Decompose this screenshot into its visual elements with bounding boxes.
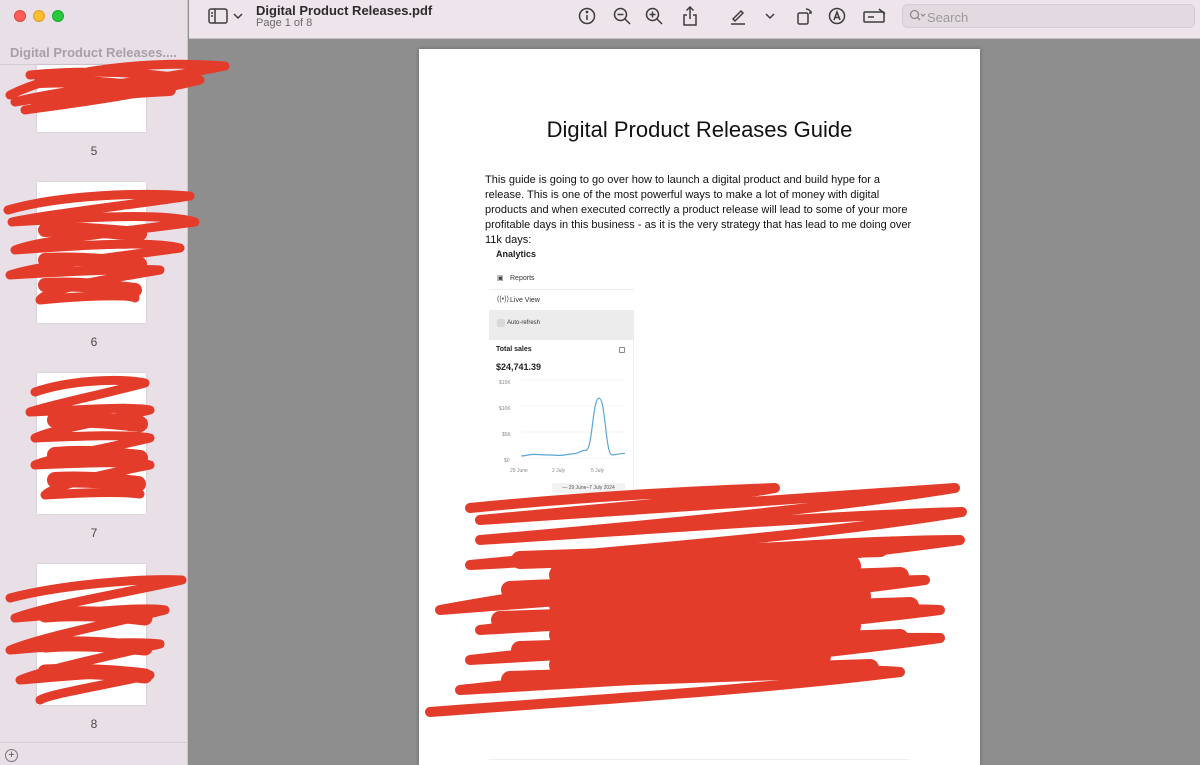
pdf-page: Digital Product Releases Guide This guid… <box>419 49 980 765</box>
fullscreen-window-button[interactable] <box>52 10 64 22</box>
date-range-label: 29 June–7 July 2024 <box>568 485 615 491</box>
markup-icon[interactable] <box>827 6 847 26</box>
sidebar-bottom-divider <box>0 742 188 743</box>
info-icon[interactable] <box>577 6 597 26</box>
search-placeholder: Search <box>927 10 969 25</box>
page-thumbnail[interactable] <box>37 373 146 514</box>
plus-circle-icon[interactable]: + <box>5 749 18 762</box>
page-thumbnail[interactable] <box>37 182 146 323</box>
reports-icon: ▣ <box>497 275 504 282</box>
auto-refresh-label: Auto-refresh <box>507 320 541 326</box>
y-tick-label: $0 <box>504 458 510 464</box>
analytics-nav-label: Live View <box>510 297 540 304</box>
auto-refresh-row: Auto-refresh <box>489 310 634 340</box>
sidebar-document-title: Digital Product Releases.... <box>10 45 177 60</box>
y-tick-label: $5K <box>502 432 511 438</box>
share-icon[interactable] <box>680 6 700 26</box>
total-sales-card: Total sales $24,741.39 $15K $10K $5K $0 … <box>489 340 634 496</box>
total-sales-value: $24,741.39 <box>496 362 542 372</box>
sales-line-chart <box>520 379 626 459</box>
thumbnail-sidebar: Digital Product Releases.... 5 6 7 8 + <box>0 0 230 765</box>
close-window-button[interactable] <box>14 10 26 22</box>
y-tick-label: $10K <box>499 406 511 412</box>
page-footer-line <box>489 759 909 760</box>
analytics-screenshot: Analytics ▣ Reports ((•)) Live View Auto… <box>489 249 637 497</box>
analytics-nav-live-view: ((•)) Live View <box>489 290 634 312</box>
x-tick-label: 2 July <box>552 468 566 474</box>
document-title: Digital Product Releases.pdf <box>256 3 433 18</box>
highlight-pen-icon[interactable] <box>728 6 748 26</box>
analytics-title: Analytics <box>496 249 537 259</box>
analytics-nav-reports: ▣ Reports <box>489 268 634 290</box>
y-tick-label: $15K <box>499 380 511 386</box>
live-icon: ((•)) <box>497 296 509 303</box>
checkbox <box>497 319 505 327</box>
analytics-nav-label: Reports <box>510 275 535 282</box>
x-tick-label: 5 July <box>591 468 605 474</box>
page-indicator: Page 1 of 8 <box>256 17 313 29</box>
form-fill-icon[interactable] <box>863 6 887 26</box>
page-thumbnail-number: 5 <box>90 144 98 158</box>
sidebar-toggle-icon[interactable] <box>207 6 229 26</box>
page-thumbnail[interactable] <box>37 564 146 705</box>
minimize-window-button[interactable] <box>33 10 45 22</box>
x-tick-label: 29 June <box>510 468 528 474</box>
document-heading: Digital Product Releases Guide <box>546 117 853 142</box>
chevron-down-icon[interactable] <box>764 6 776 26</box>
intro-paragraph: This guide is going to go over how to la… <box>485 174 912 246</box>
toolbar: Digital Product Releases.pdf Page 1 of 8… <box>189 0 1200 39</box>
page-thumbnail-number: 8 <box>90 717 98 731</box>
rotate-icon[interactable] <box>795 6 815 26</box>
page-thumbnail[interactable] <box>37 65 146 132</box>
date-range-chip: — 29 June–7 July 2024 <box>552 483 625 493</box>
chevron-down-icon[interactable] <box>232 6 244 26</box>
report-icon <box>619 347 625 353</box>
total-sales-label: Total sales <box>496 346 532 353</box>
zoom-out-icon[interactable] <box>612 6 632 26</box>
page-thumbnail-number: 7 <box>90 526 98 540</box>
search-field[interactable]: Search <box>902 4 1195 28</box>
page-thumbnail-number: 6 <box>90 335 98 349</box>
zoom-in-icon[interactable] <box>644 6 664 26</box>
sales-series-line <box>520 397 626 457</box>
search-icon <box>909 9 927 28</box>
